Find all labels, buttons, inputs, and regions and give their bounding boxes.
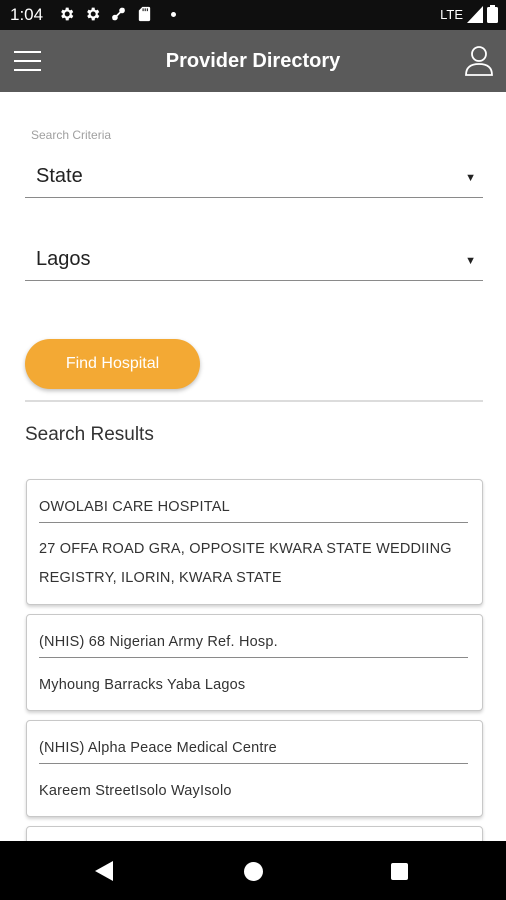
address-line: 27 OFFA ROAD GRA, OPPOSITE KWARA STATE W… bbox=[39, 541, 452, 557]
settings-icon bbox=[61, 7, 74, 21]
hospital-name: (NHIS) 68 Nigerian Army Ref. Hosp. bbox=[39, 634, 278, 650]
sd-card-icon bbox=[138, 6, 151, 22]
recents-square-icon[interactable] bbox=[391, 863, 408, 880]
address-line: REGISTRY, ILORIN, KWARA STATE bbox=[39, 570, 282, 586]
search-results-title: Search Results bbox=[25, 424, 154, 445]
user-profile-icon[interactable] bbox=[464, 45, 494, 77]
home-circle-icon[interactable] bbox=[244, 862, 263, 881]
card-divider bbox=[39, 657, 468, 658]
dropdown-arrow-icon: ▼ bbox=[465, 255, 476, 267]
result-card[interactable]: (NHIS) Alpha Peace Medical Centre Kareem… bbox=[26, 720, 483, 817]
hospital-name: (NHIS) Alpha Peace Medical Centre bbox=[39, 740, 277, 756]
status-bar: 1:04 LTE bbox=[0, 0, 506, 30]
status-time: 1:04 bbox=[10, 5, 44, 24]
status-notification-icons bbox=[58, 5, 153, 23]
card-divider bbox=[39, 522, 468, 523]
notification-dot-icon bbox=[171, 12, 176, 17]
find-hospital-button[interactable]: Find Hospital bbox=[25, 339, 200, 389]
signal-icon bbox=[467, 5, 483, 23]
sync-off-icon bbox=[112, 7, 125, 21]
divider bbox=[25, 400, 483, 402]
hospital-address: Myhoung Barracks Yaba Lagos bbox=[39, 671, 468, 700]
status-system-icons: LTE bbox=[440, 5, 498, 23]
result-card[interactable]: (NHIS) 68 Nigerian Army Ref. Hosp. Myhou… bbox=[26, 614, 483, 711]
search-criteria-label: Search Criteria bbox=[31, 128, 112, 142]
card-divider bbox=[39, 763, 468, 764]
search-criteria-select[interactable]: State ▼ bbox=[25, 158, 483, 198]
back-triangle-icon[interactable] bbox=[95, 861, 113, 881]
hospital-name: OWOLABI CARE HOSPITAL bbox=[39, 499, 230, 515]
address-line: Myhoung Barracks Yaba Lagos bbox=[39, 677, 246, 693]
battery-icon bbox=[487, 5, 498, 23]
dropdown-arrow-icon: ▼ bbox=[465, 172, 476, 184]
result-card[interactable]: OWOLABI CARE HOSPITAL 27 OFFA ROAD GRA, … bbox=[26, 479, 483, 605]
page-title: Provider Directory bbox=[165, 50, 341, 72]
hospital-address: Kareem StreetIsolo WayIsolo bbox=[39, 777, 468, 806]
location-value: Lagos bbox=[36, 248, 91, 270]
settings-icon bbox=[87, 7, 100, 21]
address-line: Kareem StreetIsolo WayIsolo bbox=[39, 783, 232, 799]
network-type: LTE bbox=[440, 6, 463, 22]
search-criteria-value: State bbox=[36, 165, 83, 187]
system-nav-bar bbox=[0, 841, 506, 900]
hospital-address: 27 OFFA ROAD GRA, OPPOSITE KWARA STATE W… bbox=[39, 535, 468, 593]
location-select[interactable]: Lagos ▼ bbox=[25, 241, 483, 281]
app-bar: Provider Directory bbox=[0, 30, 506, 92]
